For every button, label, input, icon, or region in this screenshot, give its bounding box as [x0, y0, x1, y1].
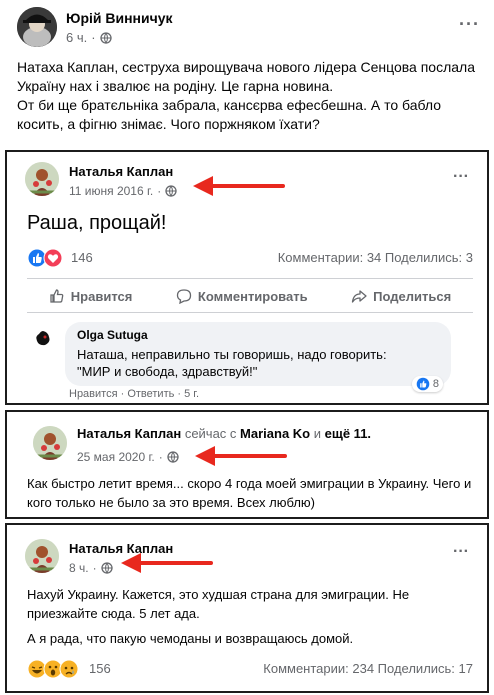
comment-like-count: 8: [432, 378, 439, 390]
comment-actions: Нравится · Ответить · 5 г.: [69, 388, 200, 400]
reaction-count: 146: [71, 250, 93, 265]
post-meta: 6 ч. ·: [66, 30, 112, 45]
divider: [27, 312, 473, 313]
post-text: А я рада, что пакую чемоданы и возвращаю…: [27, 631, 354, 646]
post-paragraph: От би ще братєльніка забрала, кансєрва е…: [17, 97, 441, 132]
post-text: Нахуй Украину. Кажется, это худшая стран…: [27, 587, 410, 621]
share-label: Поделиться: [373, 288, 452, 304]
reactions-row: 146 Комментарии: 34 Поделились: 3: [27, 248, 473, 268]
arrow-icon: [195, 446, 287, 466]
action-bar: Нравится Комментировать Поделиться: [27, 286, 473, 306]
arrow-icon: [121, 553, 213, 573]
post-stats: Комментарии: 34 Поделились: 3: [277, 250, 473, 265]
share-action: Поделиться: [351, 286, 451, 306]
post-time[interactable]: 6 ч.: [66, 30, 87, 45]
post-date: 25 мая 2020 г. ·: [77, 450, 179, 464]
and-text: и: [313, 426, 322, 441]
comment-bubble: Olga Sutuga Наташа, неправильно ты говор…: [65, 322, 451, 392]
commenter-avatar: [33, 328, 53, 348]
arrow-icon: [193, 176, 285, 196]
author-avatar[interactable]: [17, 7, 57, 47]
comment-action: Комментировать: [176, 286, 308, 306]
like-icon: [416, 377, 430, 391]
post-text: Раша, прощай!: [27, 212, 167, 234]
screenshot-post-3: Наталья Каплан 8 ч. · ··· Нахуй Украину.…: [5, 523, 489, 693]
comment-text: Наташа, неправильно ты говоришь, надо го…: [77, 346, 439, 380]
screenshot-post-1: Наталья Каплан 11 июня 2016 г. · ··· Раш…: [5, 150, 489, 405]
post-author: Наталья Каплан: [69, 164, 174, 179]
comment-line: "МИР и свобода, здравствуй!": [77, 364, 258, 379]
share-icon: [352, 290, 367, 303]
post-date: 11 июня 2016 г. ·: [69, 184, 177, 198]
more-options-icon: ···: [453, 168, 469, 185]
author-name[interactable]: Юрій Винничук: [66, 10, 173, 26]
post-text: Натаха Каплан, сеструха вирощувача новог…: [17, 58, 479, 134]
post-date-text: 8 ч.: [69, 561, 89, 575]
post-text: Как быстро летит время... скоро 4 года м…: [27, 476, 472, 510]
post-author: Наталья Каплан: [77, 426, 182, 441]
post-date-text: 11 июня 2016 г.: [69, 184, 154, 198]
post-paragraph: Натаха Каплан, сеструха вирощувача новог…: [17, 59, 475, 94]
comment-label: Комментировать: [197, 288, 308, 304]
natalia-avatar: [25, 539, 59, 573]
post-header: Юрій Винничук 6 ч. · ···: [0, 0, 494, 54]
more-options-icon: ···: [453, 543, 469, 560]
like-label: Нравится: [70, 288, 133, 304]
post-date: 8 ч. ·: [69, 561, 113, 575]
globe-icon: [100, 562, 113, 574]
tagged-friend: Mariana Ko: [240, 426, 311, 441]
more-options-button[interactable]: ···: [459, 14, 480, 35]
like-icon: [50, 289, 64, 303]
comment-line: Наташа, неправильно ты говоришь, надо го…: [77, 347, 387, 362]
with-text: сейчас с: [184, 426, 237, 441]
like-action: Нравится: [49, 286, 133, 306]
comment-like-badge: 8: [411, 376, 443, 392]
comment-icon: [176, 289, 192, 304]
divider: [27, 278, 473, 279]
natalia-avatar: [25, 162, 59, 196]
globe-icon: [165, 185, 177, 197]
post-stats: Комментарии: 234 Поделились: 17: [263, 661, 473, 676]
reaction-count: 156: [89, 661, 111, 676]
sad-icon: [59, 659, 79, 679]
globe-icon: [167, 451, 179, 463]
comment-author: Olga Sutuga: [77, 328, 148, 342]
tagged-others: ещё 11.: [324, 426, 372, 441]
post-date-text: 25 мая 2020 г.: [77, 450, 155, 464]
reactions-row: 156 Комментарии: 234 Поделились: 17: [27, 659, 473, 679]
screenshot-post-2: Наталья Каплан сейчас с Mariana Ko и ещё…: [5, 410, 489, 519]
globe-icon: [99, 31, 112, 44]
post-author-line: Наталья Каплан сейчас с Mariana Ko и ещё…: [77, 426, 371, 441]
natalia-avatar: [33, 426, 67, 460]
heart-icon: [43, 248, 63, 268]
